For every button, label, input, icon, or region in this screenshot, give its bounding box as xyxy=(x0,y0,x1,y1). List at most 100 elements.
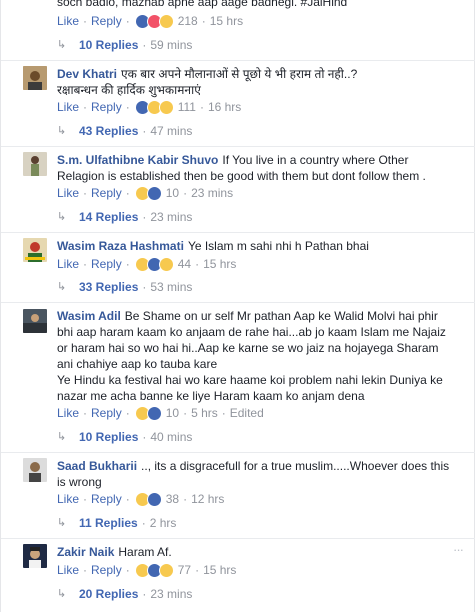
reply-link[interactable]: Reply xyxy=(91,491,122,507)
replies-row[interactable]: ↳ 10 Replies · 40 mins xyxy=(57,429,192,445)
timestamp[interactable]: 5 hrs xyxy=(191,405,218,421)
like-link[interactable]: Like xyxy=(57,256,79,272)
divider xyxy=(1,538,475,539)
replies-row[interactable]: ↳ 20 Replies · 23 mins xyxy=(57,586,192,602)
reactions-summary[interactable] xyxy=(134,405,162,421)
comment-author[interactable]: S.m. Ulfathibne Kabir Shuvo xyxy=(57,153,218,167)
avatar[interactable] xyxy=(23,238,47,262)
timestamp[interactable]: 15 hrs xyxy=(203,256,236,272)
comment-author[interactable]: Wasim Raza Hashmati xyxy=(57,239,184,253)
comment-text: रक्षाबन्धन की हार्दिक शुभकामनाएं xyxy=(57,83,201,97)
wow-reaction-icon xyxy=(158,13,174,29)
replies-timestamp: 47 mins xyxy=(150,124,193,138)
comment-author[interactable]: Zakir Naik xyxy=(57,545,114,559)
view-replies-link[interactable]: 43 Replies xyxy=(79,123,138,139)
reply-link[interactable]: Reply xyxy=(91,405,122,421)
comment-text: is wrong xyxy=(57,475,102,489)
comment-text: or haram hai so wo hai hi..Aap ke karne … xyxy=(57,341,439,355)
view-replies-link[interactable]: 10 Replies xyxy=(79,429,138,445)
comment-text: Relagion is established then be good wit… xyxy=(57,169,426,183)
like-link[interactable]: Like xyxy=(57,13,79,29)
reply-arrow-icon: ↳ xyxy=(57,588,67,600)
reply-link[interactable]: Reply xyxy=(91,99,122,115)
reply-link[interactable]: Reply xyxy=(91,13,122,29)
reactions-summary[interactable] xyxy=(134,185,162,201)
comment-text: bhi aap haram kaam ko anjaam de rahe hai… xyxy=(57,325,446,339)
comment-text: एक बार अपने मौलानाओं से पूछो ये भी हराम … xyxy=(121,67,358,81)
reply-link[interactable]: Reply xyxy=(91,185,122,201)
replies-row[interactable]: ↳ 14 Replies · 23 mins xyxy=(57,209,192,225)
replies-row[interactable]: ↳ 11 Replies · 2 hrs xyxy=(57,515,176,531)
comment-author[interactable]: Wasim Adil xyxy=(57,309,121,323)
comment-text: Ye Hindu ka festival hai wo kare haame k… xyxy=(57,373,443,387)
divider xyxy=(1,452,475,453)
comment-actions: Like · Reply · 77 · 15 hrs xyxy=(57,562,237,578)
comment-author[interactable]: Dev Khatri xyxy=(57,67,117,81)
replies-timestamp: 40 mins xyxy=(150,430,193,444)
like-link[interactable]: Like xyxy=(57,491,79,507)
replies-row[interactable]: ↳ 33 Replies · 53 mins xyxy=(57,279,192,295)
view-replies-link[interactable]: 33 Replies xyxy=(79,279,138,295)
comment-actions: Like · Reply · 10 · 5 hrs · Edited xyxy=(57,405,264,421)
reaction-count: 10 xyxy=(165,186,180,200)
view-replies-link[interactable]: 14 Replies xyxy=(79,209,138,225)
reactions-summary[interactable] xyxy=(134,99,174,115)
replies-row[interactable]: ↳ 10 Replies · 59 mins xyxy=(57,37,192,53)
view-replies-link[interactable]: 20 Replies xyxy=(79,586,138,602)
reactions-summary[interactable] xyxy=(134,13,174,29)
timestamp[interactable]: 23 mins xyxy=(191,185,233,201)
reactions-summary[interactable] xyxy=(134,562,174,578)
comment-author[interactable]: Saad Bukharii xyxy=(57,459,137,473)
replies-timestamp: 23 mins xyxy=(150,587,193,601)
sad-reaction-icon xyxy=(158,562,174,578)
replies-timestamp: 59 mins xyxy=(150,38,193,52)
comment-options-icon[interactable]: ··· xyxy=(453,542,464,557)
reaction-count: 218 xyxy=(177,14,198,28)
divider xyxy=(1,232,475,233)
reactions-summary[interactable] xyxy=(134,491,162,507)
avatar[interactable] xyxy=(23,458,47,482)
reply-arrow-icon: ↳ xyxy=(57,125,67,137)
view-replies-link[interactable]: 10 Replies xyxy=(79,37,138,53)
divider xyxy=(1,302,475,303)
reaction-count: 38 xyxy=(165,492,180,506)
reply-link[interactable]: Reply xyxy=(91,562,122,578)
edited-label[interactable]: Edited xyxy=(230,405,264,421)
comment-text: Be Shame on ur self Mr pathan Aap ke Wal… xyxy=(124,309,438,323)
replies-timestamp: 23 mins xyxy=(150,210,193,224)
timestamp[interactable]: 16 hrs xyxy=(208,99,241,115)
view-replies-link[interactable]: 11 Replies xyxy=(79,515,138,531)
partial-comment-text: soch badlo, mazhab apne aap aage badhegi… xyxy=(57,0,348,9)
comment-actions: Like · Reply · 10 · 23 mins xyxy=(57,185,234,201)
reply-arrow-icon: ↳ xyxy=(57,281,67,293)
timestamp[interactable]: 12 hrs xyxy=(191,491,224,507)
like-link[interactable]: Like xyxy=(57,99,79,115)
reply-arrow-icon: ↳ xyxy=(57,517,67,529)
avatar[interactable] xyxy=(23,152,47,176)
comment-body: S.m. Ulfathibne Kabir Shuvo If You live i… xyxy=(57,152,462,184)
like-link[interactable]: Like xyxy=(57,405,79,421)
timestamp[interactable]: 15 hrs xyxy=(203,562,236,578)
reaction-count: 111 xyxy=(177,100,196,114)
comment-text: ani chahiye aap ko tauba kare xyxy=(57,357,218,371)
divider xyxy=(1,146,475,147)
avatar[interactable] xyxy=(23,309,47,333)
like-reaction-icon xyxy=(146,405,162,421)
avatar[interactable] xyxy=(23,544,47,568)
replies-row[interactable]: ↳ 43 Replies · 47 mins xyxy=(57,123,192,139)
comment-text: nazar me acha banne ke liye Haram kaam k… xyxy=(57,389,365,403)
like-link[interactable]: Like xyxy=(57,185,79,201)
comment-actions: Like · Reply · 38 · 12 hrs xyxy=(57,491,225,507)
reply-arrow-icon: ↳ xyxy=(57,431,67,443)
reply-link[interactable]: Reply xyxy=(91,256,122,272)
comment-body: Wasim Adil Be Shame on ur self Mr pathan … xyxy=(57,308,462,404)
comment-body: Wasim Raza Hashmati Ye Islam m sahi nhi h… xyxy=(57,238,462,254)
timestamp[interactable]: 15 hrs xyxy=(210,13,243,29)
reactions-summary[interactable] xyxy=(134,256,174,272)
reaction-count: 44 xyxy=(177,257,192,271)
reply-arrow-icon: ↳ xyxy=(57,211,67,223)
replies-timestamp: 2 hrs xyxy=(149,516,177,530)
like-link[interactable]: Like xyxy=(57,562,79,578)
avatar[interactable] xyxy=(23,66,47,90)
sad-reaction-icon xyxy=(158,256,174,272)
